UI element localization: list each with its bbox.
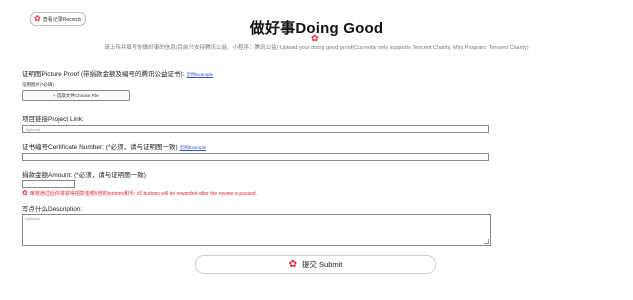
reward-note: ✿ 审核通过后你将获得捐款金额5倍的buttons和币; x5 buttons … — [22, 190, 257, 197]
description-placeholder: Optional — [25, 216, 40, 221]
certificate-example-link[interactable]: 示例Example — [180, 145, 207, 150]
amount-input[interactable] — [22, 180, 75, 188]
project-link-label: 项目链接Project Link: — [22, 116, 84, 123]
page-subtitle: 请上传并填写你做好事的信息(目前只支持腾讯公益、小程序：腾讯公益) Upload… — [104, 45, 529, 51]
submit-button[interactable]: ✿ 提交 Submit — [195, 255, 436, 274]
choose-file-button[interactable]: + 选取文件Choose File — [22, 90, 130, 101]
flower-icon: ✿ — [311, 33, 319, 43]
reward-note-text: 审核通过后你将获得捐款金额5倍的buttons和币; x5 buttons wi… — [29, 191, 257, 197]
amount-label: 捐款金额Amount: (*必须，请与证明图一致) — [22, 172, 146, 179]
project-link-input[interactable]: Optional — [22, 125, 489, 133]
picture-proof-label: 证明图Picture Proof (带捐款金额及编号的腾讯公益证书): 示例Exa… — [22, 68, 213, 78]
description-label: 写点什么Description: — [22, 206, 83, 213]
picture-proof-label-text: 证明图Picture Proof (带捐款金额及编号的腾讯公益证书): — [22, 71, 185, 78]
flower-icon: ✿ — [22, 190, 28, 197]
submit-button-label: 提交 Submit — [301, 260, 343, 269]
picture-proof-sublabel: 证明图片(*必填) — [22, 82, 54, 87]
picture-proof-example-link[interactable]: 示例Example — [187, 72, 214, 77]
certificate-label-text: 证书编号Certificate Number: (*必须，请与证明图一致) — [22, 144, 178, 151]
resize-handle[interactable] — [484, 239, 489, 244]
flower-icon: ✿ — [288, 258, 297, 270]
certificate-label: 证书编号Certificate Number: (*必须，请与证明图一致) 示例E… — [22, 141, 206, 151]
description-textarea[interactable]: Optional — [22, 214, 491, 246]
certificate-input[interactable] — [22, 153, 489, 161]
